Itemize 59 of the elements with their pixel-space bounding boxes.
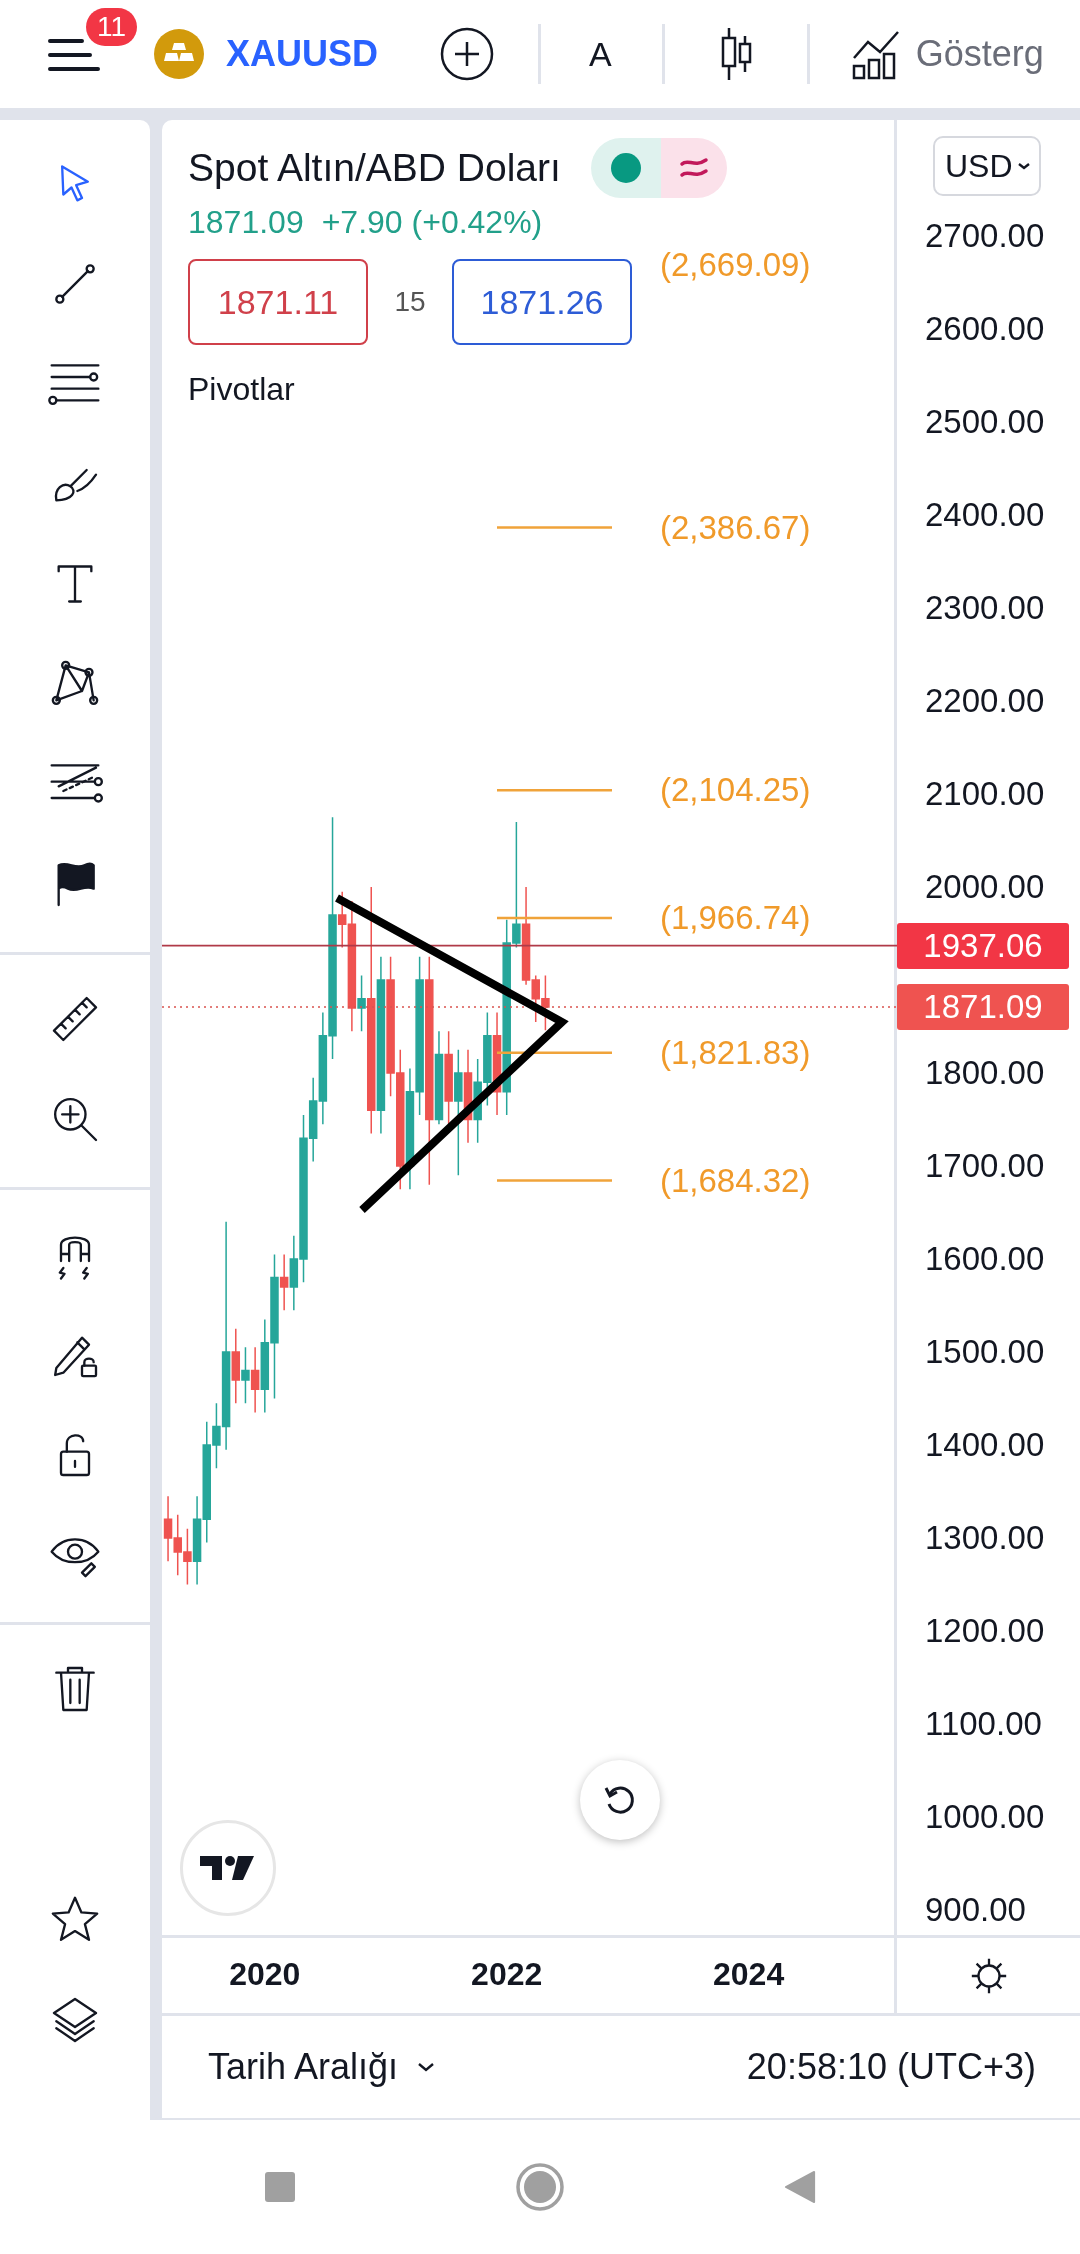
year-label: 2024 bbox=[713, 1955, 785, 1993]
last-price: 1871.09 bbox=[188, 204, 304, 241]
price-label: 2300.00 bbox=[925, 588, 1045, 629]
price-label: 1100.00 bbox=[925, 1703, 1042, 1744]
symbol-title: Spot Altın/ABD Doları bbox=[188, 146, 561, 190]
candlestick bbox=[173, 1513, 182, 1576]
symbol-button[interactable]: XAUUSD bbox=[226, 33, 378, 75]
price-label: 1500.00 bbox=[925, 1332, 1045, 1372]
price-tag: 1937.06 bbox=[897, 922, 1069, 969]
recents-icon[interactable] bbox=[263, 2170, 297, 2204]
interval-button[interactable]: A bbox=[589, 34, 612, 74]
candlestick bbox=[541, 974, 550, 1032]
price-label: 2700.00 bbox=[925, 216, 1045, 257]
candlestick bbox=[241, 1346, 250, 1404]
year-label: 2022 bbox=[471, 1955, 543, 1993]
price-label: 1600.00 bbox=[925, 1239, 1045, 1279]
market-open-icon bbox=[610, 153, 641, 183]
price-label: 2100.00 bbox=[925, 774, 1045, 815]
pivot-label: (2,669.09) bbox=[660, 244, 811, 285]
sell-button[interactable]: 1871.11 bbox=[188, 259, 368, 345]
candlestick bbox=[250, 1346, 260, 1414]
notification-badge: 11 bbox=[86, 8, 138, 46]
buy-button[interactable]: 1871.26 bbox=[452, 259, 632, 345]
indicator-label[interactable]: Pivotlar bbox=[188, 371, 295, 408]
price-tag: 1871.09 bbox=[897, 983, 1069, 1030]
menu-icon[interactable] bbox=[48, 37, 100, 73]
price-label: 900.00 bbox=[925, 1889, 1026, 1930]
price-label: 1700.00 bbox=[925, 1146, 1045, 1187]
price-label: 1300.00 bbox=[925, 1517, 1045, 1558]
symbol-logo-icon bbox=[154, 29, 204, 79]
price-label: 2200.00 bbox=[925, 681, 1045, 722]
pivot-label: (1,966.74) bbox=[660, 898, 811, 938]
candlestick bbox=[163, 1495, 173, 1562]
reset-button[interactable] bbox=[580, 1760, 660, 1840]
year-label: 2020 bbox=[229, 1955, 301, 1993]
price-label: 1000.00 bbox=[925, 1796, 1045, 1837]
chevron-icon bbox=[1016, 161, 1031, 171]
approx-icon bbox=[678, 156, 709, 180]
home-icon[interactable] bbox=[515, 2162, 565, 2212]
pivot-label: (2,104.25) bbox=[660, 770, 811, 811]
spread-value: 15 bbox=[393, 286, 427, 318]
date-range-button[interactable]: Tarih Aralığı bbox=[208, 2046, 437, 2088]
price-label: 2500.00 bbox=[925, 402, 1045, 443]
market-status-pill[interactable] bbox=[590, 138, 727, 198]
price-label: 1400.00 bbox=[925, 1425, 1045, 1465]
add-icon[interactable] bbox=[440, 27, 494, 81]
back-icon[interactable] bbox=[783, 2170, 817, 2204]
price-label: 1800.00 bbox=[925, 1053, 1045, 1094]
price-label: 1200.00 bbox=[925, 1610, 1045, 1651]
pivot-label: (1,684.32) bbox=[660, 1160, 811, 1201]
pivot-label: (1,821.83) bbox=[660, 1032, 811, 1073]
price-label: 2600.00 bbox=[925, 309, 1045, 350]
price-change: +7.90 (+0.42%) bbox=[321, 204, 543, 241]
clock-time: 20:58:10 (UTC+3) bbox=[746, 2046, 1036, 2088]
currency-dropdown[interactable]: USD bbox=[933, 136, 1041, 196]
indicators-button[interactable]: Gösterg bbox=[915, 33, 1044, 75]
price-label: 2400.00 bbox=[925, 495, 1045, 536]
price-label: 2000.00 bbox=[925, 867, 1045, 908]
pivot-label: (2,386.67) bbox=[660, 507, 811, 548]
